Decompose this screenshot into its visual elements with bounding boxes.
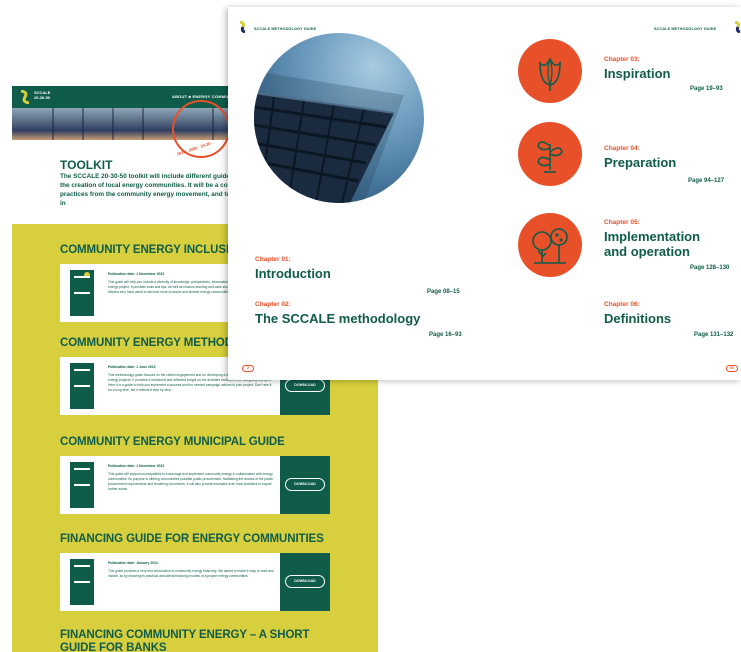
chapter-03-title[interactable]: Inspiration: [604, 66, 670, 81]
sccale-logo-icon: [734, 21, 741, 33]
guide-cover: [70, 559, 94, 605]
chapter-05-title[interactable]: Implementation and operation: [604, 229, 700, 259]
guide-card-municipal: Publication date: 1 November 2023 This g…: [60, 456, 330, 514]
sccale-logo-icon: [20, 90, 30, 104]
download-button[interactable]: DOWNLOAD: [285, 575, 325, 588]
guide-cover: [70, 363, 94, 409]
chapter-05-icon-badge: [518, 213, 582, 277]
page-number-right: 03: [726, 365, 738, 372]
site-logo-text: SCCALE 20-30-50: [34, 90, 51, 100]
chapter-01-number: Chapter 01:: [255, 256, 291, 263]
chapter-04-number: Chapter 04:: [604, 145, 640, 152]
chapter-04-pages: Page 94–127: [688, 178, 725, 184]
guide-publication-date: Publication date: 1 November 2023: [108, 464, 165, 468]
download-button[interactable]: DOWNLOAD: [285, 478, 325, 491]
solar-canopy-photo: [254, 33, 424, 203]
chapter-03-icon-badge: [518, 39, 582, 103]
chapter-05-pages: Page 128–130: [690, 265, 730, 271]
seedling-icon: [537, 141, 563, 173]
chapter-02-number: Chapter 02:: [255, 301, 291, 308]
chapter-02-pages: Page 16–93: [429, 332, 462, 338]
chapter-06-pages: Page 131–132: [694, 332, 734, 338]
guide-cover: [70, 462, 94, 508]
chapter-04-title[interactable]: Preparation: [604, 155, 676, 170]
chapter-03-pages: Page 19–93: [690, 86, 723, 92]
guide-cover: [70, 270, 94, 316]
brochure-header-right: SCCALE METHODOLOGY GUIDE: [654, 27, 717, 31]
chapter-02-title[interactable]: The SCCALE methodology: [255, 311, 420, 326]
page-number-left: 2: [242, 365, 254, 372]
chapter-01-title[interactable]: Introduction: [255, 266, 331, 281]
solar-canopy-illustration: [254, 71, 404, 203]
guide-description: This guide provides a very first introdu…: [108, 569, 274, 578]
guide-card-financing: Publication date: January 2024 This guid…: [60, 553, 330, 611]
toolkit-title: TOOLKIT: [60, 158, 113, 172]
brochure-header-left: SCCALE METHODOLOGY GUIDE: [254, 27, 317, 31]
guide-publication-date: Publication date: January 2024: [108, 561, 158, 565]
download-button[interactable]: DOWNLOAD: [285, 379, 325, 392]
trees-icon: [532, 228, 568, 264]
tulip-icon: [539, 57, 561, 91]
guide-publication-date: Publication date: 1 June 2023: [108, 365, 156, 369]
chapter-01-pages: Page 08–15: [427, 289, 460, 295]
chapter-06-title[interactable]: Definitions: [604, 311, 671, 326]
guide-publication-date: Publication date: 1 November 2023: [108, 272, 165, 276]
chapter-04-icon-badge: [518, 122, 582, 186]
chapter-03-number: Chapter 03:: [604, 56, 640, 63]
guide-title-financing: FINANCING GUIDE FOR ENERGY COMMUNITIES: [60, 533, 324, 545]
sccale-logo-icon: [239, 21, 246, 33]
methodology-brochure-spread: SCCALE METHODOLOGY GUIDE SCCALE METHODOL…: [228, 7, 741, 380]
chapter-05-number: Chapter 05:: [604, 219, 640, 226]
guide-title-municipal: COMMUNITY ENERGY MUNICIPAL GUIDE: [60, 436, 285, 448]
guide-title-banks: FINANCING COMMUNITY ENERGY – A SHORT GUI…: [60, 629, 310, 652]
guide-description: This guide will support municipalities t…: [108, 472, 274, 491]
chapter-06-number: Chapter 06:: [604, 301, 640, 308]
